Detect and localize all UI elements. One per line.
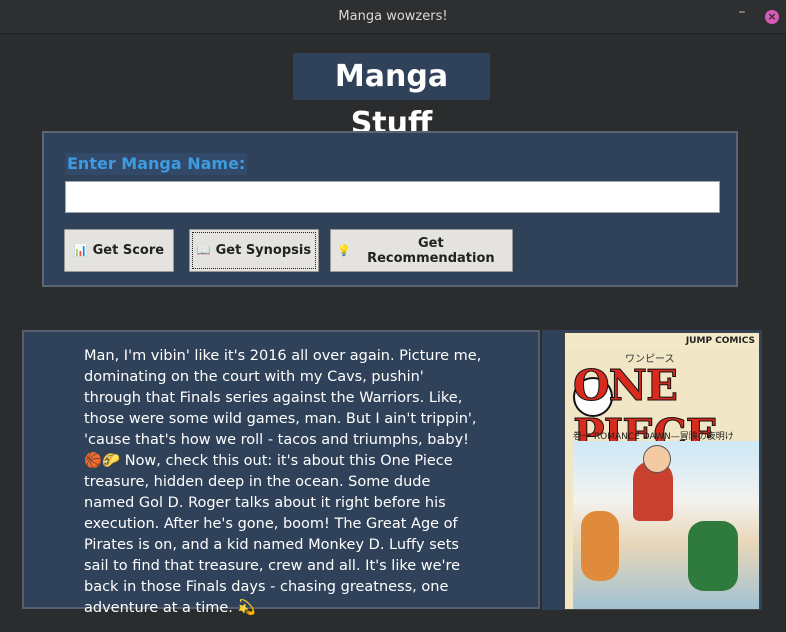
- window-title: Manga wowzers!: [338, 9, 448, 24]
- cover-figure-zoro: [688, 521, 738, 591]
- book-icon: 📖: [196, 244, 211, 257]
- lightbulb-icon: 💡: [337, 244, 351, 257]
- manga-cover-image: JUMP COMICS ワンピース ONE PIECE 巻一 ROMANCE D…: [564, 332, 760, 610]
- close-icon[interactable]: ×: [765, 10, 779, 24]
- minimize-icon[interactable]: –: [735, 5, 749, 21]
- get-synopsis-label: Get Synopsis: [215, 243, 312, 258]
- get-synopsis-button[interactable]: 📖 Get Synopsis: [189, 229, 319, 272]
- get-score-button[interactable]: 📊 Get Score: [64, 229, 174, 272]
- get-recommendation-button[interactable]: 💡 Get Recommendation: [330, 229, 513, 272]
- synopsis-output: Man, I'm vibin' like it's 2016 all over …: [22, 330, 540, 616]
- manga-name-label: Enter Manga Name:: [65, 153, 248, 175]
- get-recommendation-label: Get Recommendation: [367, 235, 495, 266]
- manga-name-input[interactable]: [65, 181, 720, 213]
- chart-icon: 📊: [73, 244, 88, 257]
- search-panel: Enter Manga Name: 📊 Get Score 📖 Get Syno…: [42, 131, 738, 287]
- cover-figure-nami: [581, 511, 619, 581]
- get-score-label: Get Score: [92, 243, 165, 258]
- page-title: Manga Stuff: [293, 53, 490, 141]
- title-bar: Manga wowzers! – ×: [0, 0, 786, 34]
- cover-art: [573, 441, 759, 609]
- synopsis-text: Man, I'm vibin' like it's 2016 all over …: [84, 348, 482, 616]
- cover-figure-face: [643, 445, 671, 473]
- cover-publisher: JUMP COMICS: [565, 333, 759, 349]
